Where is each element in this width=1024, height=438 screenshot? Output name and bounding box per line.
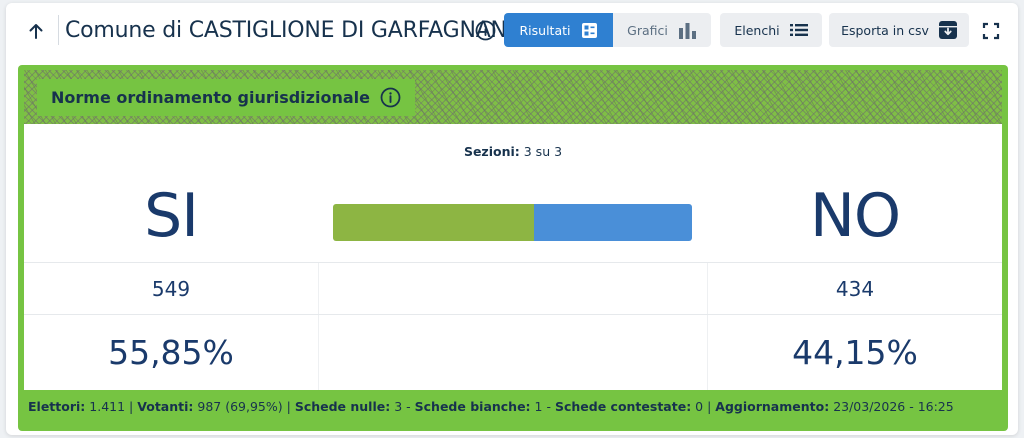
header: Comune di CASTIGLIONE DI GARFAGNANA Risu… [6,3,1018,59]
arrow-up-icon [29,24,43,39]
percent-row: 55,85% 44,15% [24,314,1002,390]
aggiornamento-label: Aggiornamento: [715,399,830,414]
elettori-label: Elettori: [28,399,86,414]
si-percent: 55,85% [108,333,234,372]
info-circle-icon[interactable] [380,87,401,108]
info-circle-icon [475,20,496,41]
quesito-panel: Norme ordinamento giurisdizionale Sezion… [18,65,1008,431]
bar-chart-icon [678,22,696,39]
export-csv-label: Esporta in csv [841,22,929,38]
votanti-label: Votanti: [137,399,194,414]
sezioni-label: Sezioni: [463,144,520,159]
results-grid-icon [581,22,597,38]
sezioni-status: Sezioni: 3 su 3 [24,144,1002,159]
back-button[interactable] [22,17,50,45]
si-label: SI [144,181,199,251]
result-bar-si-segment [333,204,534,241]
si-votes: 549 [151,276,191,301]
schede-contestate-label: Schede contestate: [554,399,692,414]
archive-download-icon [938,21,957,39]
tab-grafici[interactable]: Grafici [613,13,711,47]
schede-contestate-value: 0 [695,399,704,414]
list-icon [789,24,808,36]
export-csv-button[interactable]: Esporta in csv [829,13,969,47]
aggiornamento-value: 23/03/2026 - 16:25 [833,399,954,414]
quesito-title-pill: Norme ordinamento giurisdizionale [37,79,415,116]
tab-grafici-label: Grafici [627,22,668,38]
schede-nulle-value: 3 [394,399,403,414]
votes-row-middle [318,263,708,314]
votanti-value: 987 (69,95%) [197,399,283,414]
results-card: Comune di CASTIGLIONE DI GARFAGNANA Risu… [6,3,1018,435]
votes-row: 549 434 [24,262,1002,314]
tab-risultati-label: Risultati [519,22,571,38]
elettori-value: 1.411 [89,399,126,414]
quesito-title: Norme ordinamento giurisdizionale [51,88,370,107]
header-divider [58,15,59,45]
quesito-banner: Norme ordinamento giurisdizionale [24,70,1002,124]
no-votes: 434 [835,276,875,301]
result-bar-no-segment [533,204,692,241]
no-label: NO [809,181,901,251]
results-content: Sezioni: 3 su 3 SI NO 549 434 55,85% 44,… [24,124,1002,390]
fullscreen-icon [982,22,1000,40]
no-percent: 44,15% [792,333,918,372]
page-title: Comune di CASTIGLIONE DI GARFAGNANA [65,18,522,43]
result-bar [333,204,692,241]
fullscreen-button[interactable] [980,20,1002,42]
schede-nulle-label: Schede nulle: [294,399,391,414]
elenchi-label: Elenchi [734,22,780,38]
summary-footer: Elettori: 1.411 | Votanti: 987 (69,95%) … [28,399,954,414]
schede-bianche-value: 1 [534,399,543,414]
schede-bianche-label: Schede bianche: [414,399,531,414]
elenchi-button[interactable]: Elenchi [720,13,822,47]
percent-row-middle [318,315,708,390]
tab-risultati[interactable]: Risultati [504,13,613,47]
title-info-button[interactable] [475,20,496,41]
sezioni-value: 3 su 3 [523,144,563,159]
